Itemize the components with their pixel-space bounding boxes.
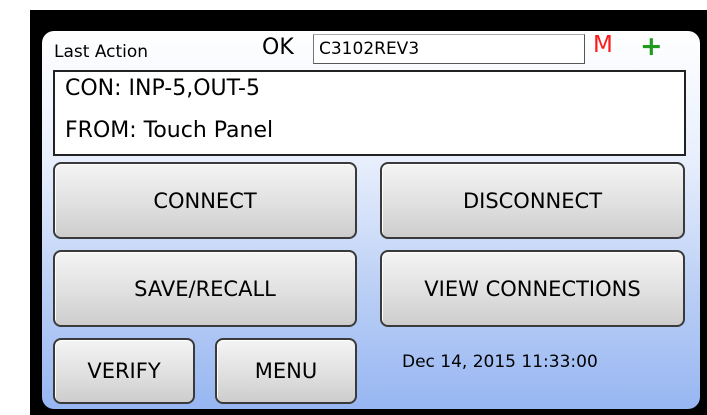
firmware-version-field: C3102REV3	[313, 34, 585, 64]
connect-button[interactable]: CONNECT	[53, 162, 357, 239]
menu-button[interactable]: MENU	[215, 338, 357, 404]
verify-button[interactable]: VERIFY	[53, 338, 195, 404]
disconnect-button[interactable]: DISCONNECT	[380, 162, 685, 239]
plus-indicator: +	[640, 31, 663, 62]
save-recall-button[interactable]: SAVE/RECALL	[53, 250, 357, 327]
last-action-message-box: CON: INP-5,OUT-5 FROM: Touch Panel	[53, 70, 686, 156]
date-time-display: Dec 14, 2015 11:33:00	[402, 352, 598, 372]
last-action-label: Last Action	[54, 42, 149, 62]
status-indicator: OK	[262, 35, 294, 60]
touch-panel-screen: Last Action OK C3102REV3 M + CON: INP-5,…	[42, 31, 700, 409]
view-connections-button[interactable]: VIEW CONNECTIONS	[380, 250, 685, 327]
m-indicator: M	[593, 32, 613, 58]
connection-message: CON: INP-5,OUT-5	[65, 76, 260, 101]
source-message: FROM: Touch Panel	[65, 118, 274, 143]
